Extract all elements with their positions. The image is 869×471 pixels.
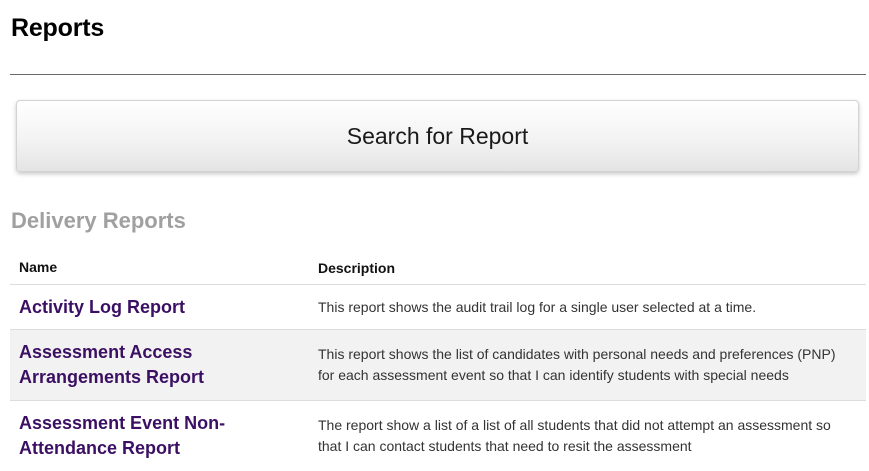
report-description: This report shows the audit trail log fo… (318, 298, 757, 315)
reports-table: Name Description Activity Log Report Thi… (10, 249, 866, 471)
table-row: Activity Log Report This report shows th… (10, 284, 866, 330)
table-row: Assessment Access Arrangements Report Th… (10, 329, 866, 401)
table-header-row: Name Description (10, 249, 866, 285)
column-header-name: Name (10, 249, 309, 285)
description-cell: This report shows the audit trail log fo… (309, 284, 866, 330)
description-cell: The report show a list of a list of all … (309, 400, 866, 471)
report-link-activity-log[interactable]: Activity Log Report (19, 295, 309, 320)
title-divider (10, 74, 866, 75)
name-cell: Assessment Access Arrangements Report (10, 329, 309, 401)
description-cell: This report shows the list of candidates… (309, 329, 866, 401)
page-title: Reports (11, 14, 105, 42)
section-heading-delivery-reports: Delivery Reports (11, 208, 186, 233)
table-row: Assessment Event Non-Attendance Report T… (10, 400, 866, 471)
report-description: The report show a list of a list of all … (318, 417, 831, 454)
report-link-assessment-event-non-attendance[interactable]: Assessment Event Non-Attendance Report (19, 411, 309, 461)
column-header-description: Description (309, 249, 866, 285)
reports-page: Reports Search for Report Delivery Repor… (0, 0, 869, 471)
name-cell: Assessment Event Non-Attendance Report (10, 400, 309, 471)
search-for-report-button[interactable]: Search for Report (16, 100, 859, 172)
name-cell: Activity Log Report (10, 284, 309, 330)
report-link-assessment-access-arrangements[interactable]: Assessment Access Arrangements Report (19, 340, 309, 390)
report-description: This report shows the list of candidates… (318, 346, 836, 383)
